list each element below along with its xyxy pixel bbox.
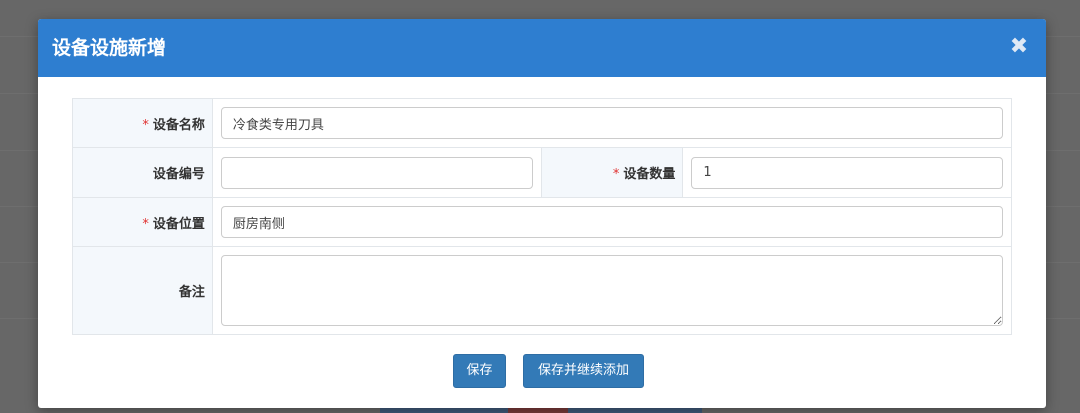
quantity-label: 设备数量 (623, 167, 676, 182)
remark-label-cell: 备注 (72, 246, 213, 335)
form-row-location: * 设备位置 (72, 197, 1013, 247)
form-row-code-quantity: 设备编号 * 设备数量 (72, 147, 1012, 198)
form-row-name: * 设备名称 (72, 98, 1013, 148)
quantity-field-cell (682, 147, 1012, 198)
name-label-cell: * 设备名称 (72, 98, 213, 148)
modal-header: 设备设施新增 ✖ (38, 19, 1046, 77)
code-field-cell (211, 147, 543, 198)
name-label: 设备名称 (152, 117, 205, 133)
required-mark: * (142, 117, 149, 133)
location-label: 设备位置 (152, 216, 205, 232)
code-label: 设备编号 (152, 167, 205, 182)
equipment-quantity-input[interactable] (691, 156, 1003, 189)
quantity-label-cell: * 设备数量 (541, 147, 684, 198)
required-mark: * (612, 167, 620, 182)
equipment-name-input[interactable] (220, 107, 1003, 139)
save-and-continue-button[interactable]: 保存并继续添加 (523, 354, 644, 388)
name-field-cell (211, 98, 1013, 148)
equipment-location-input[interactable] (220, 206, 1003, 238)
location-label-cell: * 设备位置 (72, 197, 213, 247)
location-field-cell (211, 197, 1013, 247)
equipment-form: *设备名称 设备编号 *设备数量 *设备位置 (72, 98, 1013, 335)
required-mark: * (142, 216, 149, 232)
remark-field-cell (211, 246, 1013, 335)
modal-title: 设备设施新增 (52, 37, 167, 59)
remark-textarea[interactable] (220, 255, 1003, 326)
code-label-cell: 设备编号 (72, 147, 213, 198)
add-equipment-modal: 设备设施新增 ✖ *设备名称 设备编号 *设备数量 (38, 19, 1046, 408)
save-button[interactable]: 保存 (453, 354, 506, 388)
remark-label: 备注 (178, 285, 205, 300)
form-row-remark: 备注 (72, 246, 1013, 335)
equipment-code-input[interactable] (220, 156, 534, 189)
close-icon[interactable]: ✖ (1008, 36, 1030, 58)
